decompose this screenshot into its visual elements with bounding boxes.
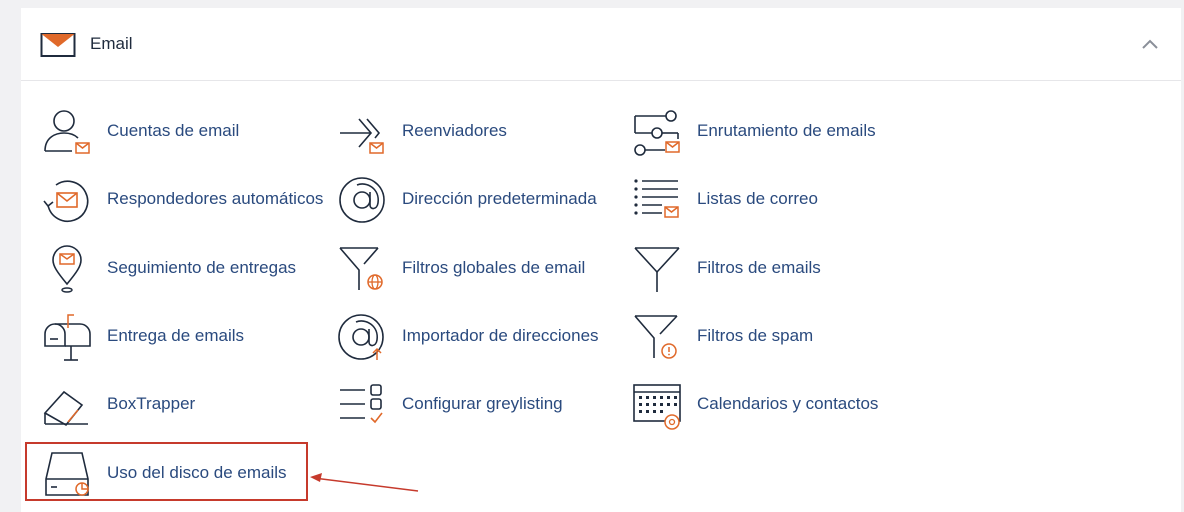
item-listas-de-correo[interactable]: Listas de correo <box>632 169 922 229</box>
chevron-up-icon[interactable] <box>1141 36 1159 54</box>
item-filtros-globales-de-email[interactable]: Filtros globales de email <box>337 238 627 298</box>
greylisting-icon <box>340 384 383 424</box>
item-label: Seguimiento de entregas <box>107 258 297 277</box>
item-label: Calendarios y contactos <box>697 394 879 413</box>
section-title: Email <box>90 34 133 53</box>
item-reenviadores[interactable]: Reenviadores <box>337 101 627 161</box>
item-label: Respondedores automáticos <box>107 189 324 208</box>
mailing-lists-icon <box>634 179 679 218</box>
item-label: Dirección predeterminada <box>402 189 597 208</box>
forwarders-icon <box>340 118 384 154</box>
item-filtros-de-spam[interactable]: Filtros de spam <box>632 306 922 366</box>
item-direccion-predeterminada[interactable]: Dirección predeterminada <box>337 169 627 229</box>
item-label: Importador de direcciones <box>402 326 599 345</box>
item-calendarios-y-contactos[interactable]: Calendarios y contactos <box>632 374 922 434</box>
email-filters-icon <box>634 247 680 292</box>
address-importer-icon <box>338 314 384 360</box>
item-filtros-de-emails[interactable]: Filtros de emails <box>632 238 922 298</box>
item-label: Filtros globales de email <box>402 258 586 277</box>
email-routing-icon <box>634 110 680 156</box>
email-accounts-icon <box>44 110 90 154</box>
global-filters-icon <box>339 247 383 290</box>
item-label: Cuentas de email <box>107 121 240 140</box>
spam-filters-icon <box>634 315 678 359</box>
item-seguimiento-de-entregas[interactable]: Seguimiento de entregas <box>42 238 332 298</box>
item-label: Filtros de spam <box>697 326 814 345</box>
calendars-contacts-icon <box>633 384 681 430</box>
item-label: Entrega de emails <box>107 326 245 345</box>
item-label: BoxTrapper <box>107 394 196 413</box>
item-label: Configurar greylisting <box>402 394 563 413</box>
item-entrega-de-emails[interactable]: Entrega de emails <box>42 306 332 366</box>
item-respondedores-automaticos[interactable]: Respondedores automáticos <box>42 169 332 229</box>
autoresponders-icon <box>43 180 89 222</box>
item-boxtrapper[interactable]: BoxTrapper <box>42 374 332 434</box>
boxtrapper-icon <box>43 390 88 427</box>
item-configurar-greylisting[interactable]: Configurar greylisting <box>337 374 627 434</box>
item-importador-de-direcciones[interactable]: Importador de direcciones <box>337 306 627 366</box>
item-label: Reenviadores <box>402 121 507 140</box>
section-header[interactable]: Email <box>21 8 1181 81</box>
item-cuentas-de-email[interactable]: Cuentas de email <box>42 101 332 161</box>
email-deliverability-icon <box>44 314 91 361</box>
item-label: Listas de correo <box>697 189 818 208</box>
default-address-icon <box>339 177 385 223</box>
annotation-arrow <box>310 473 419 492</box>
track-delivery-icon <box>52 245 82 293</box>
item-label: Enrutamiento de emails <box>697 121 876 140</box>
highlight-box <box>25 442 308 501</box>
item-enrutamiento-de-emails[interactable]: Enrutamiento de emails <box>632 101 922 161</box>
envelope-icon <box>40 33 76 57</box>
item-label: Filtros de emails <box>697 258 821 277</box>
email-section-panel: Email Cuentas de email Reenviadores Enru… <box>21 8 1181 512</box>
